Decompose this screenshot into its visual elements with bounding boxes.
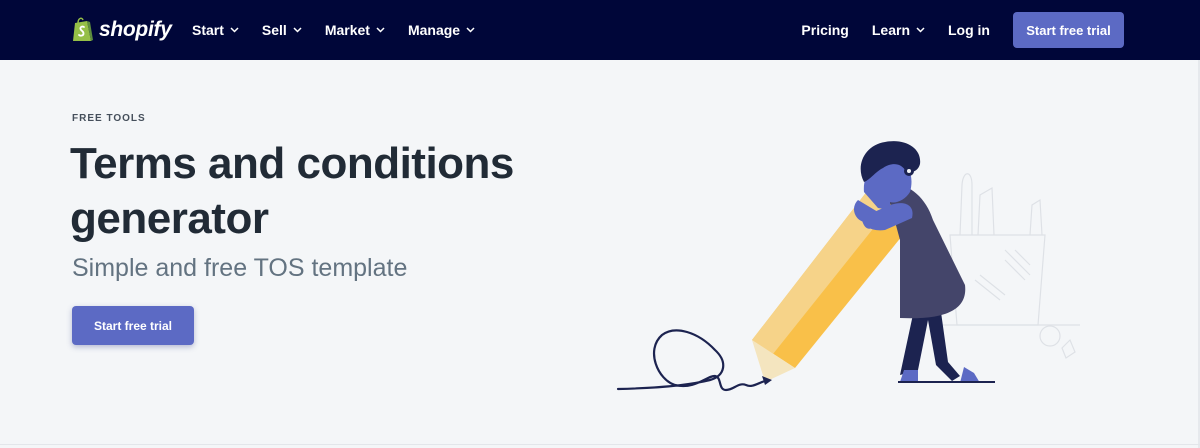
nav-pricing-link[interactable]: Pricing — [801, 22, 848, 38]
nav-item-label: Start — [192, 22, 224, 38]
chevron-down-icon — [466, 27, 475, 33]
brand-name: shopify — [99, 17, 172, 41]
nav-item-label: Sell — [261, 22, 287, 38]
chevron-down-icon — [916, 27, 925, 33]
nav-item-label: Learn — [871, 22, 910, 38]
nav-start-free-trial-button[interactable]: Start free trial — [1013, 12, 1124, 48]
chevron-down-icon — [376, 27, 385, 33]
nav-item-label: Manage — [407, 22, 461, 38]
nav-item-learn[interactable]: Learn — [872, 22, 925, 38]
nav-item-label: Market — [324, 22, 370, 38]
nav-item-start[interactable]: Start — [192, 22, 239, 38]
shopify-logo[interactable]: shopify — [72, 16, 172, 43]
page: shopify Start Sell Market Manage Pricing — [0, 0, 1200, 448]
top-navigation: shopify Start Sell Market Manage Pricing — [0, 0, 1200, 60]
nav-item-manage[interactable]: Manage — [408, 22, 475, 38]
chevron-down-icon — [230, 27, 239, 33]
shopify-bag-icon — [73, 17, 93, 41]
login-link[interactable]: Log in — [948, 22, 990, 38]
pencil-cup-illustration — [940, 173, 1080, 359]
secondary-nav: Pricing Learn Log in Start free trial — [801, 0, 1124, 60]
section-divider — [0, 444, 1200, 445]
chevron-down-icon — [293, 27, 302, 33]
nav-item-market[interactable]: Market — [325, 22, 385, 38]
hero-start-free-trial-button[interactable]: Start free trial — [72, 306, 194, 345]
page-subtitle: Simple and free TOS template — [72, 254, 408, 282]
primary-nav: Start Sell Market Manage — [192, 0, 498, 60]
eyebrow-label: FREE TOOLS — [72, 113, 146, 124]
pencil-illustration — [616, 141, 1080, 392]
scribble-line — [616, 329, 767, 392]
nav-item-sell[interactable]: Sell — [262, 22, 302, 38]
page-title: Terms and conditions generator — [70, 139, 514, 243]
